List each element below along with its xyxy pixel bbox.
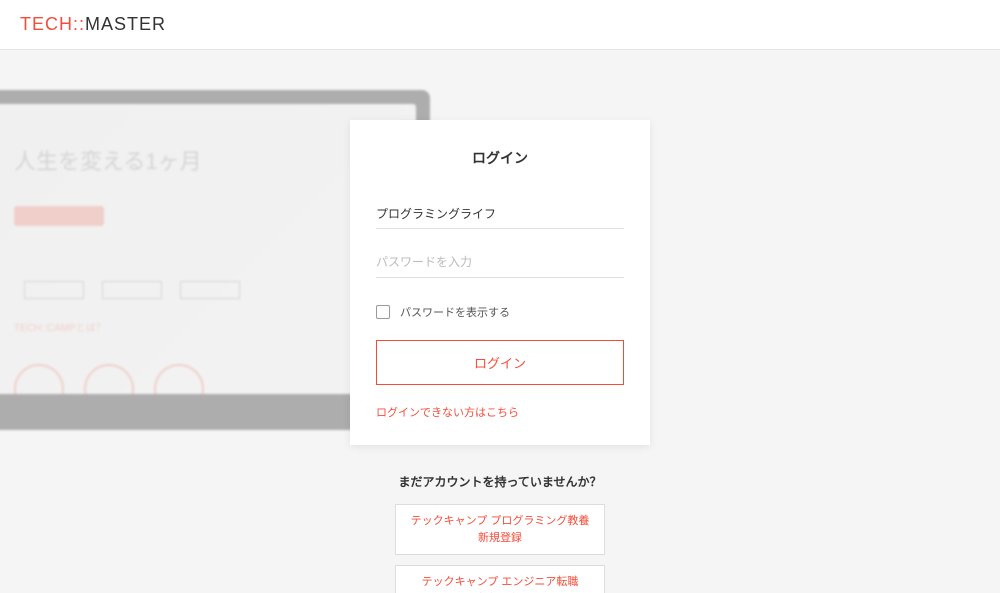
content-wrapper: ログイン パスワードを表示する ログイン ログインできない方はこちら まだアカウ… [0,50,1000,593]
logo-part2: MASTER [85,14,166,34]
header: TECH::MASTER [0,0,1000,50]
login-help-link[interactable]: ログインできない方はこちら [376,407,519,419]
username-input[interactable] [376,198,624,229]
signup-programming-button[interactable]: テックキャンプ プログラミング教養 新規登録 [395,504,605,555]
logo-part1: TECH:: [20,14,85,34]
show-password-row: パスワードを表示する [376,304,624,320]
login-button[interactable]: ログイン [376,340,624,385]
password-input[interactable] [376,247,624,278]
logo[interactable]: TECH::MASTER [20,14,166,35]
main-area: 人生を変える1ヶ月 TECH::CAMPとは？ [0,50,1000,593]
signup-engineer-button[interactable]: テックキャンプ エンジニア転職 新規登録 [395,565,605,593]
signup-section: まだアカウントを持っていませんか？ テックキャンプ プログラミング教養 新規登録… [395,473,605,593]
signup-prompt: まだアカウントを持っていませんか？ [395,473,605,490]
show-password-checkbox[interactable] [376,305,390,319]
show-password-label: パスワードを表示する [400,304,510,320]
login-title: ログイン [376,148,624,168]
login-card: ログイン パスワードを表示する ログイン ログインできない方はこちら [350,120,650,445]
